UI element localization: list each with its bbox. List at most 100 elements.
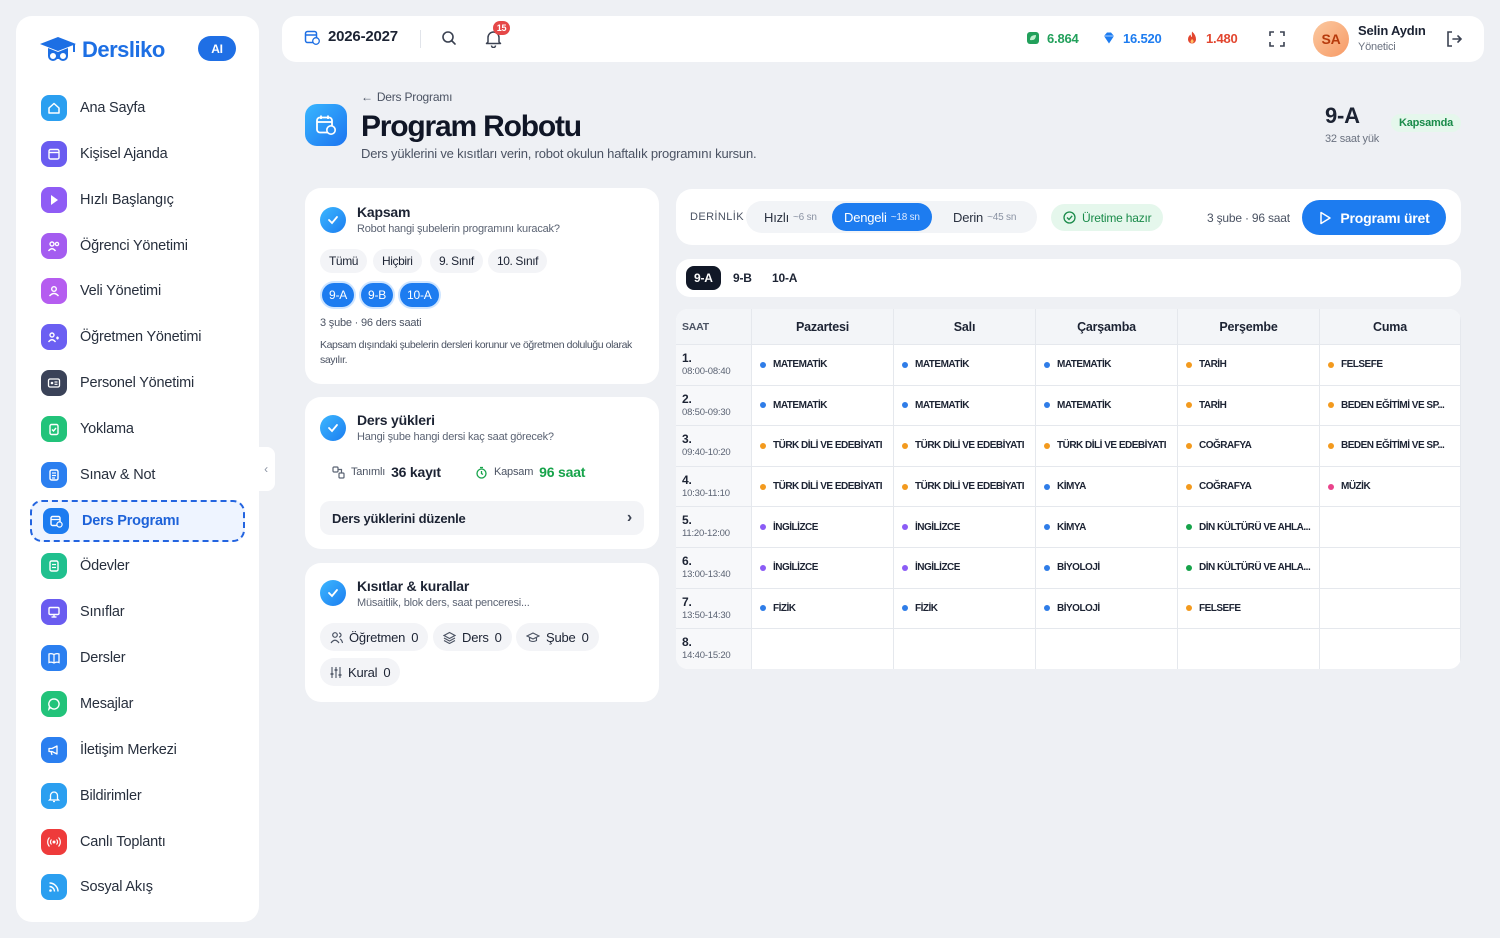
logout-button[interactable] (1444, 29, 1464, 49)
timetable-cell[interactable]: İNGİLİZCE (894, 506, 1036, 547)
subject-label: COĞRAFYA (1199, 481, 1252, 493)
subject-color-dot (1186, 483, 1192, 490)
fullscreen-button[interactable] (1268, 30, 1286, 48)
sidebar-item[interactable]: Öğretmen Yönetimi (30, 316, 245, 358)
timetable-cell[interactable]: BİYOLOJİ (1036, 587, 1178, 629)
timetable-cell[interactable]: KİMYA (1036, 465, 1178, 507)
search-button[interactable] (440, 29, 458, 47)
timetable-cell[interactable]: TÜRK DİLİ VE EDEBİYATI (752, 465, 894, 507)
selected-class-9b[interactable]: 9-B (361, 283, 394, 307)
timetable-cell[interactable]: MÜZİK (1320, 465, 1461, 507)
filter-none-button[interactable]: Hiçbiri (373, 249, 422, 273)
edit-course-loads-button[interactable]: Ders yüklerini düzenle › (320, 501, 644, 535)
sidebar-item[interactable]: Bildirimler (30, 775, 245, 817)
timetable-cell[interactable]: MATEMATİK (1036, 384, 1178, 426)
sidebar-item[interactable]: Kişisel Ajanda (30, 133, 245, 175)
stat-value: 6.864 (1047, 30, 1079, 46)
timetable-cell[interactable] (1178, 628, 1320, 669)
tab-9b[interactable]: 9-B (725, 266, 760, 290)
timetable-cell[interactable]: MATEMATİK (752, 384, 894, 426)
depth-balanced-option[interactable]: Dengeli ~18 sn (832, 203, 932, 231)
timetable-cell[interactable]: İNGİLİZCE (752, 506, 894, 547)
timetable-cell[interactable]: MATEMATİK (894, 344, 1036, 385)
timetable-cell[interactable]: COĞRAFYA (1178, 425, 1320, 466)
avatar[interactable]: SA (1313, 21, 1349, 57)
timetable-cell[interactable]: TÜRK DİLİ VE EDEBİYATI (1036, 425, 1178, 466)
timetable-cell[interactable]: TÜRK DİLİ VE EDEBİYATI (894, 425, 1036, 466)
timetable-cell[interactable]: FELSEFE (1178, 587, 1320, 629)
sidebar-item[interactable]: Personel Yönetimi (30, 362, 245, 404)
timetable-cell[interactable] (1320, 628, 1461, 669)
timetable-cell[interactable]: BEDEN EĞİTİMİ VE SP... (1320, 425, 1461, 466)
timetable-cell[interactable]: KİMYA (1036, 506, 1178, 547)
sidebar-item[interactable]: Veli Yönetimi (30, 270, 245, 312)
sidebar-item-label: Personel Yönetimi (80, 375, 195, 392)
timetable-cell[interactable]: FİZİK (752, 587, 894, 629)
rule-constraints-button[interactable]: Kural 0 (320, 658, 401, 686)
generate-program-button[interactable]: Programı üret (1302, 200, 1446, 235)
subject-label: TÜRK DİLİ VE EDEBİYATI (773, 440, 883, 452)
filter-grade10-button[interactable]: 10. Sınıf (488, 249, 548, 273)
sidebar-item[interactable]: İletişim Merkezi (30, 729, 245, 771)
tag-label: Kural (348, 664, 378, 680)
sidebar-item[interactable]: Ders Programı (30, 499, 245, 542)
class-constraints-button[interactable]: Şube 0 (516, 623, 599, 651)
sidebar-item[interactable]: Öğrenci Yönetimi (30, 225, 245, 267)
sidebar-item[interactable]: Yoklama (30, 408, 245, 450)
sidebar-item[interactable]: Ana Sayfa (30, 87, 245, 129)
stat-counter[interactable]: 6.864 (1025, 30, 1079, 46)
timetable-cell[interactable]: TARİH (1178, 384, 1320, 426)
depth-fast-option[interactable]: Hızlı ~6 sn (752, 203, 829, 231)
timetable-cell[interactable]: TÜRK DİLİ VE EDEBİYATI (894, 465, 1036, 507)
day-header: Çarşamba (1036, 309, 1178, 344)
teacher-constraints-button[interactable]: Öğretmen 0 (320, 623, 429, 651)
timetable-cell[interactable] (894, 628, 1036, 669)
timetable-cell[interactable]: DİN KÜLTÜRÜ VE AHLA... (1178, 506, 1320, 547)
subject-label: TÜRK DİLİ VE EDEBİYATI (773, 481, 883, 493)
selected-class-10a[interactable]: 10-A (400, 283, 439, 307)
schedule-icon (43, 507, 69, 534)
timetable-cell[interactable]: BİYOLOJİ (1036, 547, 1178, 588)
breadcrumb-back-link[interactable]: ← Ders Programı (361, 90, 452, 104)
app-logo[interactable]: Dersliko (38, 34, 165, 66)
ai-button[interactable]: AI (198, 36, 236, 61)
timetable-cell[interactable]: İNGİLİZCE (752, 547, 894, 588)
sidebar-item[interactable]: Dersler (30, 637, 245, 679)
timetable-cell[interactable]: DİN KÜLTÜRÜ VE AHLA... (1178, 547, 1320, 588)
timetable-cell[interactable]: FELSEFE (1320, 344, 1461, 385)
filter-grade9-button[interactable]: 9. Sınıf (430, 249, 483, 273)
timetable-cell[interactable]: TÜRK DİLİ VE EDEBİYATI (752, 425, 894, 466)
timetable-cell[interactable]: BEDEN EĞİTİMİ VE SP... (1320, 384, 1461, 426)
timetable-cell[interactable]: MATEMATİK (1036, 344, 1178, 385)
stat-counter[interactable]: 16.520 (1101, 30, 1162, 46)
timetable-cell[interactable] (1320, 547, 1461, 588)
timetable-cell[interactable]: COĞRAFYA (1178, 465, 1320, 507)
sidebar-item[interactable]: Hızlı Başlangıç (30, 179, 245, 221)
sidebar-collapse-button[interactable]: ‹ (257, 447, 275, 491)
sidebar-item[interactable]: Mesajlar (30, 683, 245, 725)
timetable-cell[interactable]: MATEMATİK (752, 344, 894, 385)
timetable-cell[interactable] (1320, 587, 1461, 629)
selected-class-9a[interactable]: 9-A (322, 283, 355, 307)
timetable-cell[interactable]: TARİH (1178, 344, 1320, 385)
tab-9a[interactable]: 9-A (686, 266, 721, 290)
timetable-cell[interactable]: MATEMATİK (894, 384, 1036, 426)
timetable-cell[interactable]: İNGİLİZCE (894, 547, 1036, 588)
hour-column-header: SAAT (676, 309, 752, 344)
timetable-cell[interactable] (752, 628, 894, 669)
sidebar-item[interactable]: Sosyal Akış (30, 866, 245, 908)
timetable-cell[interactable]: FİZİK (894, 587, 1036, 629)
sidebar-item[interactable]: Sınav & Not (30, 454, 245, 496)
sidebar-item[interactable]: Sınıflar (30, 591, 245, 633)
sidebar-item[interactable]: Ödevler (30, 545, 245, 587)
tab-10a[interactable]: 10-A (764, 266, 805, 290)
filter-all-button[interactable]: Tümü (320, 249, 368, 273)
day-header: Cuma (1320, 309, 1461, 344)
timetable-cell[interactable] (1320, 506, 1461, 547)
stat-counter[interactable]: 1.480 (1184, 30, 1238, 46)
academic-year-selector[interactable]: 2026-2027 (304, 28, 398, 45)
course-constraints-button[interactable]: Ders 0 (433, 623, 512, 651)
timetable-cell[interactable] (1036, 628, 1178, 669)
sidebar-item[interactable]: Canlı Toplantı (30, 821, 245, 863)
depth-deep-option[interactable]: Derin ~45 sn (941, 203, 1028, 231)
